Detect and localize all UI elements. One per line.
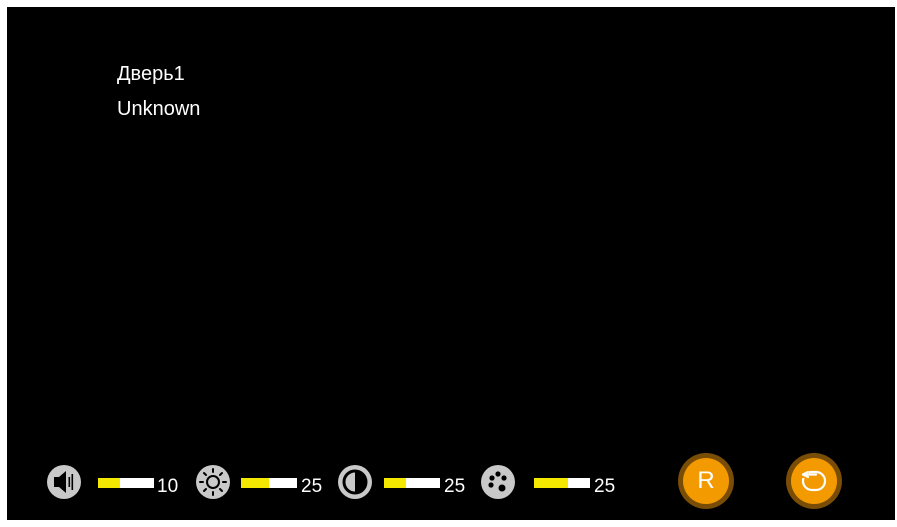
palette-icon[interactable] [481, 465, 515, 499]
reset-button[interactable]: R [678, 453, 734, 509]
reset-button-face: R [683, 458, 729, 504]
sun-icon[interactable] [196, 465, 230, 499]
caller-status: Unknown [117, 98, 201, 120]
contrast-level-bar[interactable] [384, 478, 440, 488]
door-label: Дверь1 [117, 63, 185, 85]
volume-level-bar[interactable] [98, 478, 154, 488]
reset-button-label: R [697, 467, 715, 494]
return-icon [801, 470, 827, 492]
color-level-bar[interactable] [534, 478, 590, 488]
back-button[interactable] [786, 453, 842, 509]
color-value: 25 [594, 476, 616, 497]
brightness-value: 25 [301, 476, 323, 497]
contrast-level-fill [384, 478, 407, 488]
speaker-icon[interactable] [47, 465, 81, 499]
back-button-face [791, 458, 837, 504]
contrast-value: 25 [444, 476, 466, 497]
volume-level-fill [98, 478, 121, 488]
brightness-level-fill [241, 478, 269, 488]
contrast-icon[interactable] [338, 465, 372, 499]
color-level-fill [534, 478, 568, 488]
brightness-level-bar[interactable] [241, 478, 297, 488]
volume-value: 10 [157, 476, 179, 497]
monitor-screen: Дверь1 Unknown 10 25 25 25 R [7, 7, 895, 520]
